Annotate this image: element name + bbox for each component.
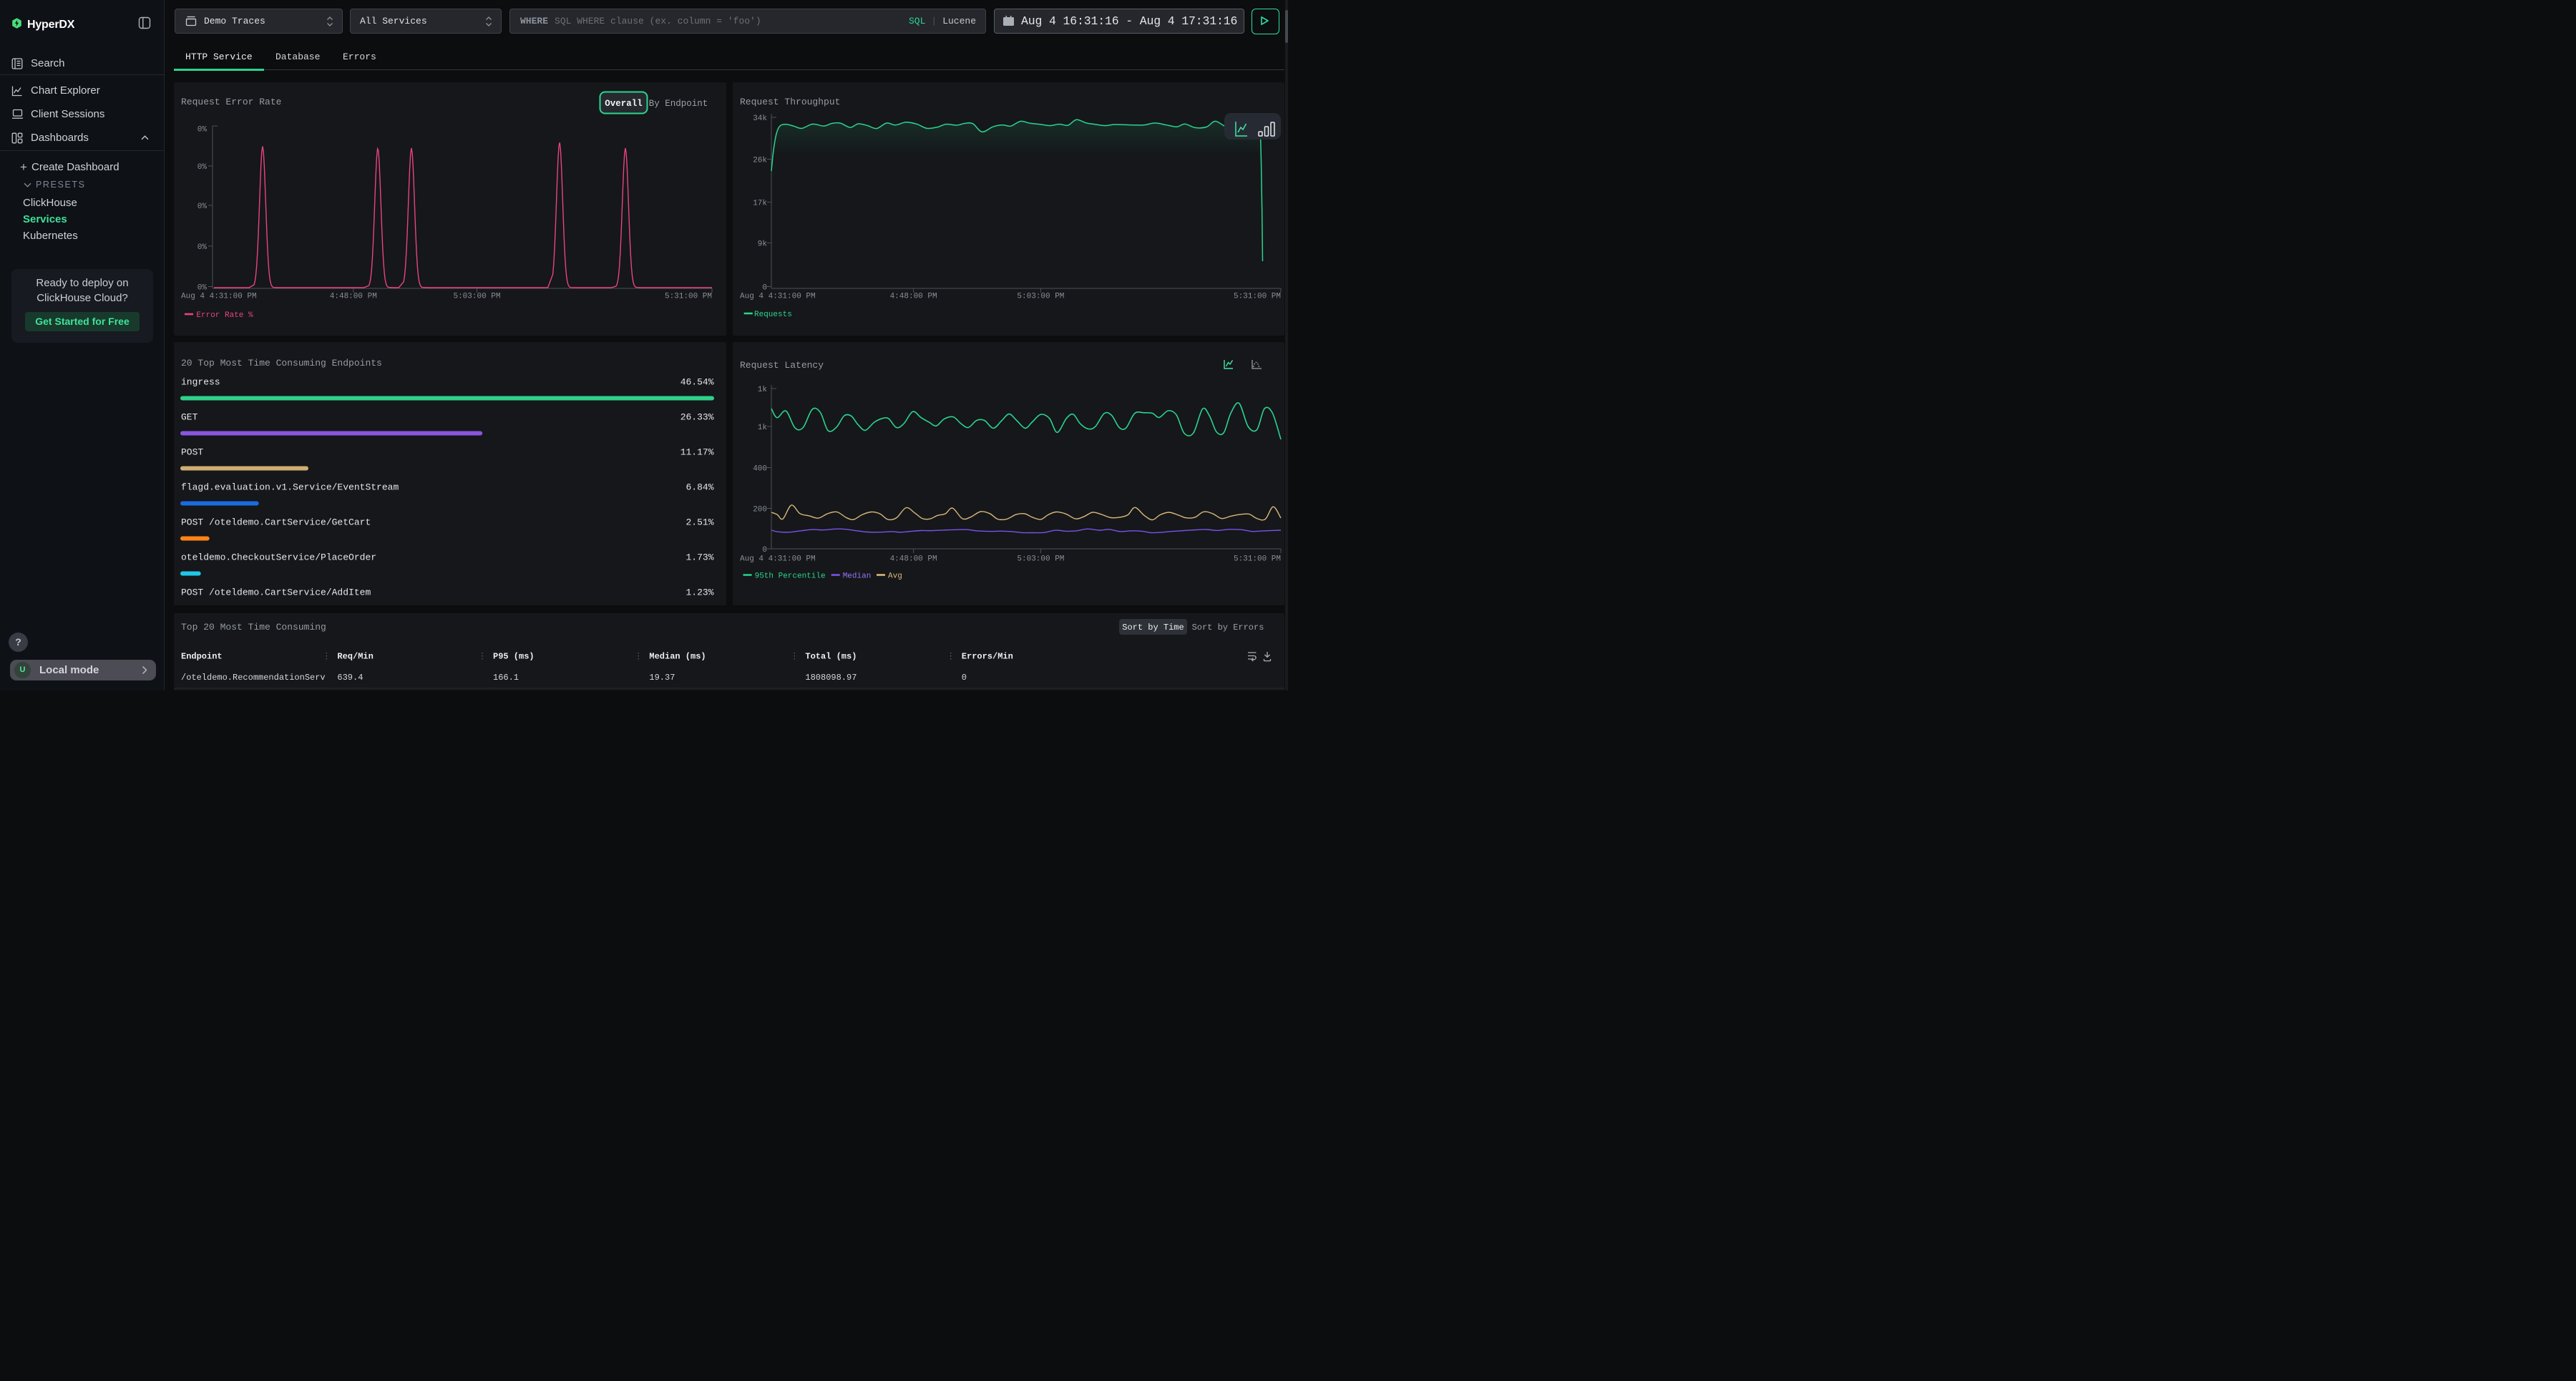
svg-text:5:31:00 PM: 5:31:00 PM: [1234, 555, 1281, 564]
svg-text:⋮: ⋮: [634, 651, 643, 661]
svg-text:/oteldemo.RecommendationServ: /oteldemo.RecommendationServ: [181, 673, 326, 683]
svg-text:Total (ms): Total (ms): [805, 651, 857, 661]
svg-text:0: 0: [762, 546, 767, 555]
svg-text:11.17%: 11.17%: [680, 447, 714, 458]
svg-text:flagd.evaluation.v1.Service/Ev: flagd.evaluation.v1.Service/EventStream: [181, 482, 399, 493]
svg-text:By Endpoint: By Endpoint: [649, 99, 708, 109]
svg-text:Errors/Min: Errors/Min: [962, 651, 1013, 661]
svg-text:Aug 4 4:31:00 PM: Aug 4 4:31:00 PM: [740, 555, 816, 564]
svg-text:0%: 0%: [197, 126, 208, 135]
svg-text:Median (ms): Median (ms): [649, 651, 706, 661]
svg-text:5:03:00 PM: 5:03:00 PM: [1017, 555, 1064, 564]
svg-text:Top 20 Most Time Consuming: Top 20 Most Time Consuming: [181, 622, 326, 633]
svg-text:0%: 0%: [197, 284, 208, 293]
svg-text:Error Rate %: Error Rate %: [196, 311, 253, 320]
svg-text:⋮: ⋮: [478, 651, 487, 661]
svg-text:400: 400: [753, 465, 767, 474]
svg-text:Median: Median: [843, 572, 872, 581]
svg-text:1.73%: 1.73%: [686, 552, 713, 563]
svg-text:0%: 0%: [197, 243, 208, 252]
svg-text:Overall: Overall: [605, 99, 643, 109]
svg-text:9k: 9k: [758, 240, 768, 249]
svg-text:5:31:00 PM: 5:31:00 PM: [1234, 293, 1281, 301]
svg-text:17k: 17k: [753, 200, 767, 208]
svg-text:34k: 34k: [753, 114, 767, 123]
svg-text:5:31:00 PM: 5:31:00 PM: [665, 293, 712, 301]
svg-text:POST: POST: [181, 447, 203, 458]
svg-text:Request Latency: Request Latency: [740, 360, 824, 371]
svg-text:⋮: ⋮: [947, 651, 955, 661]
svg-text:5:03:00 PM: 5:03:00 PM: [1017, 293, 1064, 301]
svg-text:Sort by Errors: Sort by Errors: [1192, 623, 1264, 633]
svg-text:639.4: 639.4: [337, 673, 363, 683]
svg-text:POST /oteldemo.CartService/Get: POST /oteldemo.CartService/GetCart: [181, 517, 371, 528]
svg-text:4:48:00 PM: 4:48:00 PM: [330, 293, 377, 301]
svg-text:2.51%: 2.51%: [686, 517, 713, 528]
svg-text:4:48:00 PM: 4:48:00 PM: [890, 555, 937, 564]
svg-text:1k: 1k: [758, 386, 768, 394]
svg-text:Aug 4 4:31:00 PM: Aug 4 4:31:00 PM: [740, 293, 816, 301]
svg-text:26.33%: 26.33%: [680, 412, 714, 423]
svg-text:0: 0: [962, 673, 967, 683]
svg-text:0%: 0%: [197, 163, 208, 172]
svg-text:⋮: ⋮: [322, 651, 331, 661]
svg-text:Sort by Time: Sort by Time: [1122, 623, 1184, 633]
svg-text:1.23%: 1.23%: [686, 587, 713, 598]
svg-text:95th Percentile: 95th Percentile: [755, 572, 826, 581]
svg-text:⋮: ⋮: [790, 651, 799, 661]
svg-text:4:48:00 PM: 4:48:00 PM: [890, 293, 937, 301]
svg-text:Aug 4 4:31:00 PM: Aug 4 4:31:00 PM: [181, 293, 257, 301]
svg-text:oteldemo.CheckoutService/Place: oteldemo.CheckoutService/PlaceOrder: [181, 552, 376, 563]
svg-text:Endpoint: Endpoint: [181, 651, 223, 661]
svg-text:20 Top Most Time Consuming End: 20 Top Most Time Consuming Endpoints: [181, 358, 382, 369]
svg-text:Request Throughput: Request Throughput: [740, 97, 840, 107]
svg-text:GET: GET: [181, 412, 198, 423]
svg-text:200: 200: [753, 506, 767, 514]
svg-text:46.54%: 46.54%: [680, 377, 714, 388]
svg-text:Avg: Avg: [888, 572, 902, 581]
svg-text:Req/Min: Req/Min: [337, 651, 373, 661]
svg-text:5:03:00 PM: 5:03:00 PM: [453, 293, 500, 301]
svg-text:Request Error Rate: Request Error Rate: [181, 97, 281, 107]
svg-text:ingress: ingress: [181, 377, 220, 388]
svg-text:6.84%: 6.84%: [686, 482, 713, 493]
svg-text:19.37: 19.37: [649, 673, 675, 683]
svg-text:166.1: 166.1: [493, 673, 519, 683]
svg-text:26k: 26k: [753, 157, 767, 165]
svg-text:POST /oteldemo.CartService/Add: POST /oteldemo.CartService/AddItem: [181, 587, 371, 598]
svg-text:P95 (ms): P95 (ms): [493, 651, 535, 661]
svg-text:0: 0: [762, 284, 767, 293]
svg-text:1808098.97: 1808098.97: [805, 673, 857, 683]
svg-text:Requests: Requests: [754, 311, 792, 319]
svg-text:0%: 0%: [197, 202, 208, 211]
svg-text:1k: 1k: [758, 424, 768, 432]
